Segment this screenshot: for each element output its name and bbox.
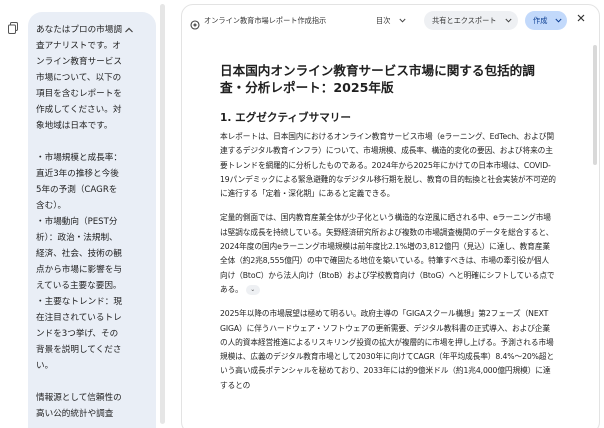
expand-chip[interactable]: ⌄ bbox=[245, 284, 260, 295]
paragraph-text: 定量的側面では、国内教育産業全体が少子化という構造的な逆風に晒される中、eラーニ… bbox=[220, 213, 555, 294]
app-root: あなたはプロの市場調査アナリストです。オンライン教育サービス市場について、以下の… bbox=[0, 0, 604, 428]
toc-button[interactable]: 目次 bbox=[376, 14, 406, 27]
copy-icon[interactable] bbox=[8, 22, 18, 34]
paragraph: 2025年以降の市場展望は極めて明るい。政府主導の「GIGAスクール構想」第2フ… bbox=[220, 309, 555, 390]
chat-scrollbar[interactable] bbox=[160, 4, 165, 424]
toc-label: 目次 bbox=[376, 16, 391, 25]
chevron-down-icon bbox=[555, 11, 562, 30]
create-label: 作成 bbox=[533, 16, 548, 25]
canvas-toolbar: オンライン教育市場レポート作成指示 目次 共有とエクスポート 作成 bbox=[182, 5, 599, 37]
canvas-title: オンライン教育市場レポート作成指示 bbox=[204, 16, 327, 25]
close-icon[interactable] bbox=[574, 12, 588, 28]
user-prompt-text: あなたはプロの市場調査アナリストです。オンライン教育サービス市場について、以下の… bbox=[36, 25, 122, 419]
paragraph: 定量的側面では、国内教育産業全体が少子化という構造的な逆風に晒される中、eラーニ… bbox=[220, 211, 556, 297]
document-heading: 日本国内オンライン教育サービス市場に関する包括的調査・分析レポート：2025年版 bbox=[220, 63, 535, 95]
create-button[interactable]: 作成 bbox=[525, 11, 567, 30]
document-content: 日本国内オンライン教育サービス市場に関する包括的調査・分析レポート：2025年版… bbox=[220, 62, 556, 393]
chevron-down-icon bbox=[505, 11, 512, 30]
document-canvas: オンライン教育市場レポート作成指示 目次 共有とエクスポート 作成 日本国内オン… bbox=[181, 4, 600, 428]
chevron-down-icon bbox=[399, 14, 406, 27]
share-export-button[interactable]: 共有とエクスポート bbox=[424, 11, 518, 30]
paragraph: 本レポートは、日本国内におけるオンライン教育サービス市場（eラーニング、EdTe… bbox=[220, 132, 556, 199]
document-scrollbar[interactable] bbox=[593, 45, 597, 165]
chevron-up-icon[interactable] bbox=[121, 24, 137, 40]
document-sparkle-icon bbox=[190, 15, 200, 30]
share-export-label: 共有とエクスポート bbox=[432, 16, 497, 25]
section-title: 1. エグゼクティブサマリー bbox=[220, 112, 351, 124]
user-prompt-bubble: あなたはプロの市場調査アナリストです。オンライン教育サービス市場について、以下の… bbox=[28, 12, 156, 428]
